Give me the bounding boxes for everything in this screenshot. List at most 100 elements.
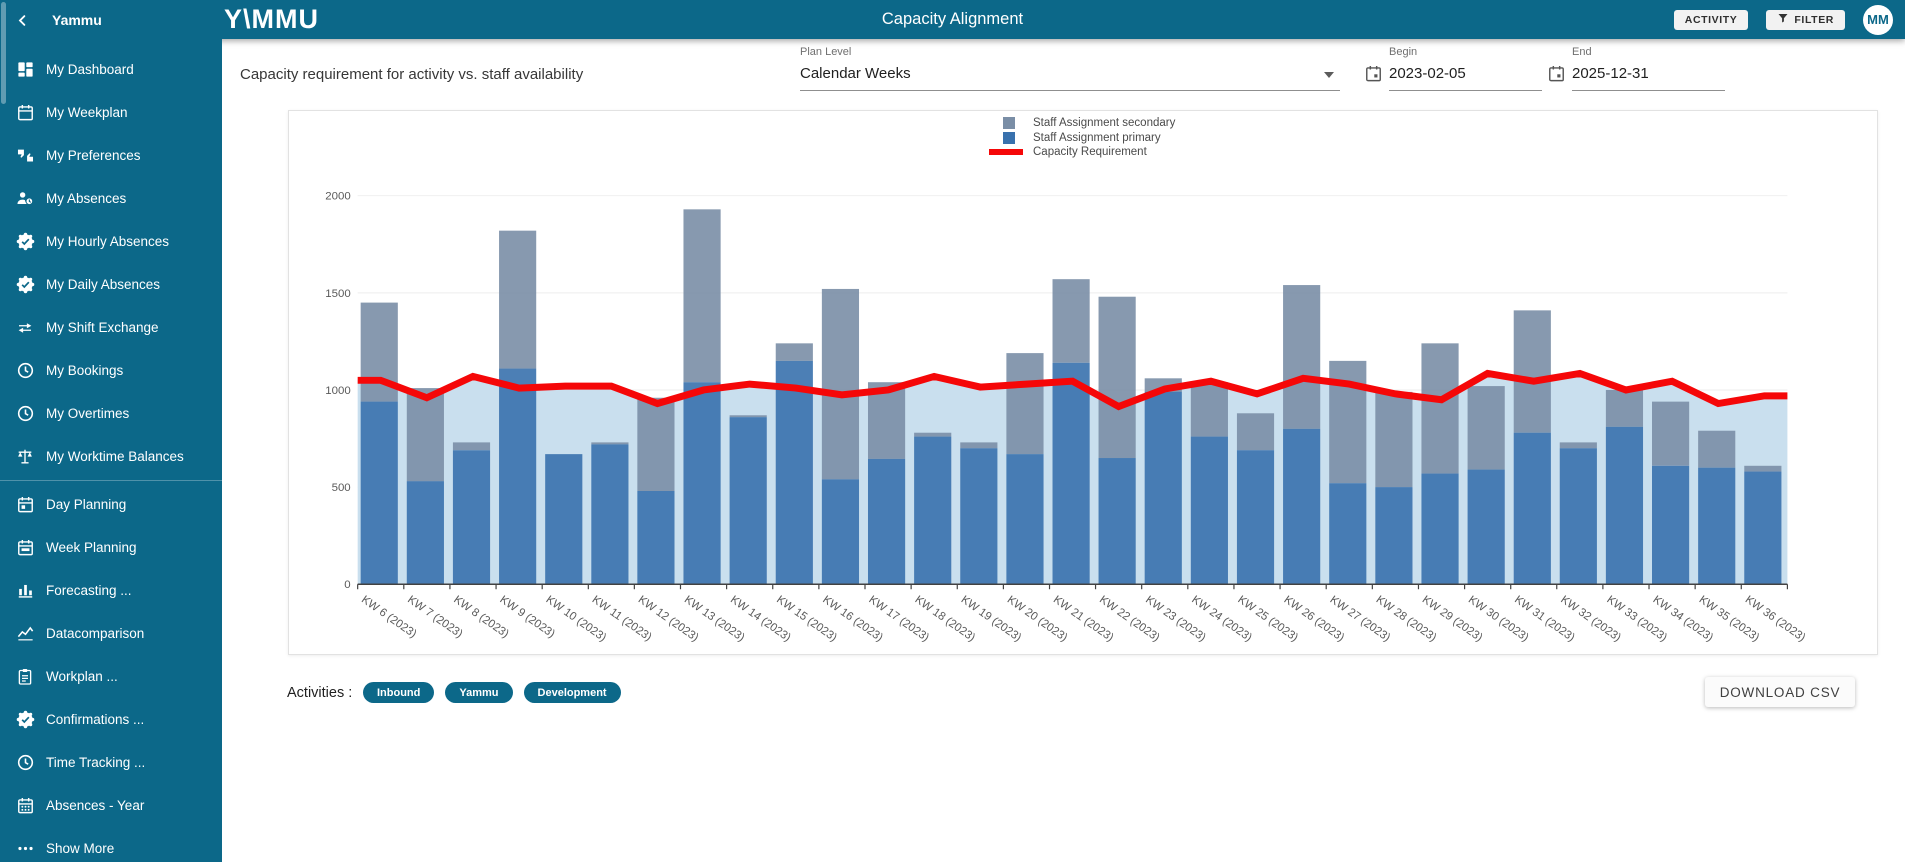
- bar-secondary-13[interactable]: [960, 442, 997, 448]
- sidebar-scrollbar[interactable]: [0, 0, 7, 862]
- bar-primary-29[interactable]: [1698, 468, 1735, 585]
- bar-secondary-14[interactable]: [1006, 353, 1043, 454]
- bar-secondary-23[interactable]: [1421, 343, 1458, 473]
- sidebar-item-my-shift-exchange[interactable]: My Shift Exchange: [0, 306, 222, 349]
- sidebar-item-time-tracking[interactable]: Time Tracking ...: [0, 741, 222, 784]
- sidebar-item-day-planning[interactable]: Day Planning: [0, 483, 222, 526]
- sidebar-item-my-hourly-absences[interactable]: My Hourly Absences: [0, 220, 222, 263]
- bar-primary-27[interactable]: [1606, 427, 1643, 584]
- bar-secondary-8[interactable]: [730, 415, 767, 417]
- bar-secondary-7[interactable]: [683, 209, 720, 382]
- bar-primary-0[interactable]: [361, 402, 398, 585]
- bar-primary-10[interactable]: [822, 479, 859, 584]
- bar-primary-20[interactable]: [1283, 429, 1320, 584]
- end-date-field[interactable]: End 2025-12-31: [1547, 44, 1725, 91]
- bar-primary-22[interactable]: [1375, 487, 1412, 584]
- bar-primary-24[interactable]: [1468, 470, 1505, 585]
- sidebar-item-my-worktime-balances[interactable]: My Worktime Balances: [0, 435, 222, 478]
- activity-chip-development[interactable]: Development: [524, 682, 621, 703]
- bar-primary-6[interactable]: [637, 491, 674, 584]
- bar-secondary-15[interactable]: [1053, 279, 1090, 363]
- bar-primary-19[interactable]: [1237, 450, 1274, 584]
- app-root: Y\MMU Capacity Alignment ACTIVITY FILTER…: [0, 0, 1905, 862]
- sidebar-item-datacomparison[interactable]: Datacomparison: [0, 612, 222, 655]
- bar-primary-23[interactable]: [1421, 474, 1458, 585]
- bar-primary-1[interactable]: [407, 481, 444, 584]
- sidebar-divider: [0, 480, 222, 481]
- sidebar-item-my-preferences[interactable]: My Preferences: [0, 134, 222, 177]
- filter-button[interactable]: FILTER: [1766, 10, 1845, 30]
- sidebar-item-label: My Bookings: [46, 363, 123, 378]
- bar-secondary-18[interactable]: [1191, 382, 1228, 436]
- begin-date-field[interactable]: Begin 2023-02-05: [1364, 44, 1542, 91]
- sidebar-item-week-planning[interactable]: Week Planning: [0, 526, 222, 569]
- sidebar-item-my-dashboard[interactable]: My Dashboard: [0, 48, 222, 91]
- user-avatar[interactable]: MM: [1863, 5, 1893, 35]
- bar-secondary-9[interactable]: [776, 343, 813, 361]
- bar-secondary-19[interactable]: [1237, 413, 1274, 450]
- bar-primary-18[interactable]: [1191, 437, 1228, 585]
- sidebar-item-label: My Weekplan: [46, 105, 128, 120]
- sidebar-item-show-more[interactable]: Show More: [0, 827, 222, 862]
- bar-secondary-24[interactable]: [1468, 386, 1505, 469]
- bar-secondary-3[interactable]: [499, 231, 536, 369]
- bar-primary-4[interactable]: [545, 454, 582, 584]
- activity-button[interactable]: ACTIVITY: [1674, 10, 1749, 30]
- sidebar-item-label: Week Planning: [46, 540, 137, 555]
- bar-primary-8[interactable]: [730, 417, 767, 584]
- sidebar-item-my-weekplan[interactable]: My Weekplan: [0, 91, 222, 134]
- bar-primary-5[interactable]: [591, 444, 628, 584]
- bar-primary-30[interactable]: [1744, 472, 1781, 585]
- sidebar-item-label: Day Planning: [46, 497, 126, 512]
- bar-secondary-25[interactable]: [1514, 310, 1551, 432]
- bar-primary-26[interactable]: [1560, 448, 1597, 584]
- bar-secondary-26[interactable]: [1560, 442, 1597, 448]
- bar-secondary-20[interactable]: [1283, 285, 1320, 429]
- bar-secondary-10[interactable]: [822, 289, 859, 479]
- bar-secondary-27[interactable]: [1606, 390, 1643, 427]
- bar-primary-3[interactable]: [499, 369, 536, 585]
- bar-primary-7[interactable]: [683, 382, 720, 584]
- dashboard-icon: [13, 60, 37, 80]
- sidebar-item-absences-year[interactable]: Absences - Year: [0, 784, 222, 827]
- bar-secondary-30[interactable]: [1744, 466, 1781, 472]
- activity-chip-yammu[interactable]: Yammu: [445, 682, 512, 703]
- activity-chip-inbound[interactable]: Inbound: [363, 682, 434, 703]
- bar-primary-14[interactable]: [1006, 454, 1043, 584]
- sidebar-item-my-bookings[interactable]: My Bookings: [0, 349, 222, 392]
- bar-secondary-6[interactable]: [637, 398, 674, 491]
- collapse-sidebar-button[interactable]: [15, 12, 31, 28]
- y-tick-label: 0: [344, 579, 350, 591]
- bar-primary-12[interactable]: [914, 437, 951, 585]
- sidebar-item-my-daily-absences[interactable]: My Daily Absences: [0, 263, 222, 306]
- sidebar-item-my-absences[interactable]: My Absences: [0, 177, 222, 220]
- plan-level-select[interactable]: Plan Level Calendar Weeks: [800, 44, 1340, 91]
- bar-primary-16[interactable]: [1099, 458, 1136, 584]
- bar-primary-28[interactable]: [1652, 466, 1689, 584]
- bar-secondary-2[interactable]: [453, 442, 490, 450]
- bar-secondary-5[interactable]: [591, 442, 628, 444]
- bar-secondary-12[interactable]: [914, 433, 951, 437]
- bar-secondary-1[interactable]: [407, 388, 444, 481]
- sidebar-item-workplan[interactable]: Workplan ...: [0, 655, 222, 698]
- bar-secondary-28[interactable]: [1652, 402, 1689, 466]
- sidebar-item-confirmations[interactable]: Confirmations ...: [0, 698, 222, 741]
- sidebar-item-my-overtimes[interactable]: My Overtimes: [0, 392, 222, 435]
- bar-secondary-29[interactable]: [1698, 431, 1735, 468]
- bar-primary-21[interactable]: [1329, 483, 1366, 584]
- bar-primary-9[interactable]: [776, 361, 813, 584]
- bar-primary-15[interactable]: [1053, 363, 1090, 584]
- bar-primary-13[interactable]: [960, 448, 997, 584]
- sidebar-header: Yammu: [0, 0, 222, 40]
- begin-date-label: Begin: [1389, 46, 1542, 58]
- bar-primary-17[interactable]: [1145, 392, 1182, 584]
- download-csv-button[interactable]: DOWNLOAD CSV: [1705, 677, 1855, 707]
- bar-primary-2[interactable]: [453, 450, 490, 584]
- sidebar-item-forecasting[interactable]: Forecasting ...: [0, 569, 222, 612]
- bar-primary-25[interactable]: [1514, 433, 1551, 585]
- sidebar-item-label: My Preferences: [46, 148, 141, 163]
- sidebar-scrollbar-thumb[interactable]: [1, 2, 6, 104]
- bar-primary-11[interactable]: [868, 459, 905, 584]
- bar-secondary-16[interactable]: [1099, 297, 1136, 458]
- bar-secondary-22[interactable]: [1375, 392, 1412, 487]
